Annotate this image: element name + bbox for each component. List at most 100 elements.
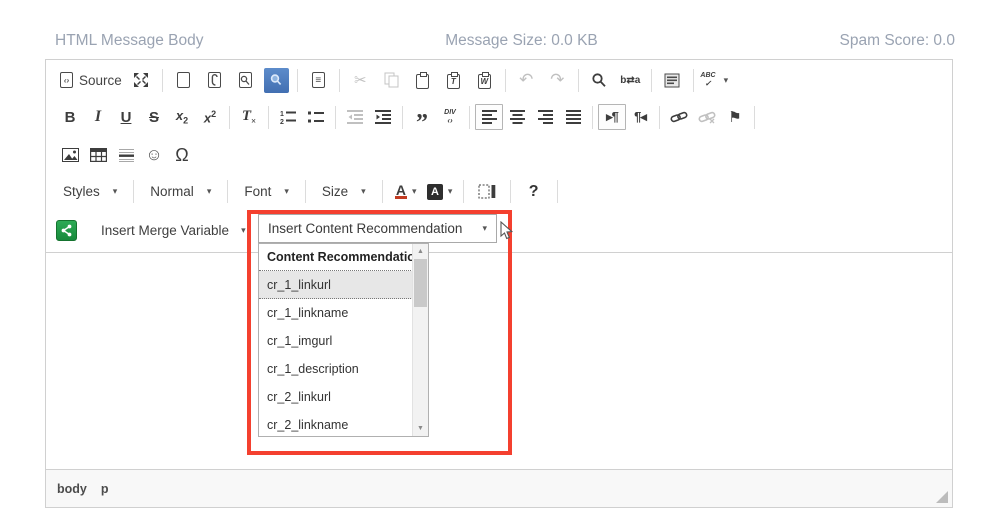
image-button[interactable]: [56, 142, 84, 168]
toolbar-row-styles: Styles ▾ Normal ▾ Font ▾ Size ▾ A ▾: [56, 173, 942, 210]
preview-icon: [239, 72, 252, 88]
redo-button[interactable]: ↷: [542, 67, 573, 93]
background-color-button[interactable]: A ▾: [426, 179, 454, 205]
svg-text:2: 2: [280, 119, 284, 125]
chevron-down-icon: ▾: [361, 186, 366, 197]
link-button[interactable]: [665, 104, 693, 130]
list-item[interactable]: cr_2_linkname: [259, 411, 413, 437]
paste-word-button[interactable]: W: [469, 67, 500, 93]
save-button[interactable]: [199, 67, 230, 93]
separator: [557, 180, 558, 203]
anchor-flag-icon: ⚑: [728, 108, 741, 126]
italic-button[interactable]: I: [84, 104, 112, 130]
blockquote-button[interactable]: ”: [408, 104, 436, 130]
justify-button[interactable]: [559, 104, 587, 130]
text-color-icon: A: [395, 184, 407, 199]
toolbar-row-insert: ☺ Ω: [56, 137, 942, 173]
paste-text-icon: T: [447, 74, 460, 89]
strikethrough-button[interactable]: S: [140, 104, 168, 130]
align-left-button[interactable]: [475, 104, 503, 130]
text-direction-ltr-button[interactable]: ▸¶: [598, 104, 626, 130]
show-blocks-icon: [478, 184, 496, 199]
div-container-button[interactable]: DIV ‹›: [436, 104, 464, 130]
unlink-button[interactable]: [693, 104, 721, 130]
select-all-button[interactable]: [657, 67, 688, 93]
scrollbar-thumb[interactable]: [414, 259, 427, 307]
browser-preview-button[interactable]: [261, 67, 292, 93]
paste-word-icon: W: [478, 74, 491, 89]
show-blocks-button[interactable]: [473, 179, 501, 205]
font-dropdown[interactable]: Font ▾: [237, 184, 296, 199]
editor-canvas[interactable]: [46, 253, 952, 469]
toolbar-row-custom: Insert Merge Variable ▾ Insert Content R…: [56, 210, 942, 250]
paragraph-format-dropdown[interactable]: Normal ▾: [143, 184, 218, 199]
subscript-button[interactable]: x2: [168, 104, 196, 130]
new-page-button[interactable]: [168, 67, 199, 93]
copy-button[interactable]: [376, 67, 407, 93]
chevron-down-icon: ▾: [412, 186, 417, 197]
table-button[interactable]: [84, 142, 112, 168]
list-item[interactable]: cr_1_linkurl: [259, 271, 413, 299]
bold-button[interactable]: B: [56, 104, 84, 130]
remove-format-button[interactable]: T×: [235, 104, 263, 130]
numbered-list-button[interactable]: 1 2: [274, 104, 302, 130]
list-item[interactable]: cr_1_linkname: [259, 299, 413, 327]
cut-button[interactable]: ✂: [345, 67, 376, 93]
scrollbar[interactable]: ▲ ▼: [412, 244, 428, 436]
page-title: HTML Message Body: [55, 32, 203, 50]
separator: [505, 69, 506, 92]
horizontal-rule-button[interactable]: [112, 142, 140, 168]
list-item[interactable]: cr_2_linkurl: [259, 383, 413, 411]
separator: [578, 69, 579, 92]
text-color-button[interactable]: A ▾: [392, 179, 420, 205]
styles-dropdown[interactable]: Styles ▾: [56, 184, 124, 199]
increase-indent-button[interactable]: [369, 104, 397, 130]
spellcheck-button[interactable]: ABC ✓ ▾: [699, 67, 730, 93]
text-direction-rtl-button[interactable]: ¶◂: [626, 104, 654, 130]
preview-button[interactable]: [230, 67, 261, 93]
maximize-icon: [133, 72, 149, 88]
paste-text-button[interactable]: T: [438, 67, 469, 93]
list-item[interactable]: cr_1_imgurl: [259, 327, 413, 355]
chevron-down-icon: ▾: [482, 223, 487, 234]
size-dropdown[interactable]: Size ▾: [315, 184, 373, 199]
decrease-indent-icon: [347, 110, 363, 124]
about-button[interactable]: ?: [520, 179, 548, 205]
omega-icon: Ω: [175, 145, 188, 166]
spellcheck-icon: ABC ✓: [700, 72, 715, 88]
bulleted-list-button[interactable]: [302, 104, 330, 130]
separator: [339, 69, 340, 92]
smiley-button[interactable]: ☺: [140, 142, 168, 168]
templates-button[interactable]: ≡: [303, 67, 334, 93]
replace-button[interactable]: b⇄a: [615, 67, 646, 93]
underline-button[interactable]: U: [112, 104, 140, 130]
maximize-button[interactable]: [126, 67, 157, 93]
smiley-icon: ☺: [145, 145, 162, 165]
paste-icon: [416, 74, 429, 89]
resize-handle[interactable]: [936, 491, 948, 503]
anchor-button[interactable]: ⚑: [721, 104, 749, 130]
insert-content-recommendation-combobox[interactable]: Insert Content Recommendation ▾: [258, 214, 497, 243]
paste-button[interactable]: [407, 67, 438, 93]
special-character-button[interactable]: Ω: [168, 142, 196, 168]
align-center-button[interactable]: [503, 104, 531, 130]
superscript-button[interactable]: x2: [196, 104, 224, 130]
separator: [229, 106, 230, 129]
scroll-down-icon[interactable]: ▼: [413, 425, 428, 432]
strikethrough-icon: S: [149, 109, 159, 126]
decrease-indent-button[interactable]: [341, 104, 369, 130]
align-right-button[interactable]: [531, 104, 559, 130]
path-element-p[interactable]: p: [101, 482, 109, 496]
text-direction-ltr-icon: ▸¶: [606, 109, 618, 125]
undo-button[interactable]: ↶: [511, 67, 542, 93]
insert-merge-variable-dropdown[interactable]: Insert Merge Variable ▾: [101, 223, 246, 238]
horizontal-rule-icon: [119, 149, 134, 162]
separator: [693, 69, 694, 92]
source-button[interactable]: ‹› Source: [56, 67, 126, 93]
share-button[interactable]: [56, 220, 77, 241]
chevron-down-icon: ▾: [448, 186, 453, 197]
list-item[interactable]: cr_1_description: [259, 355, 413, 383]
path-element-body[interactable]: body: [57, 482, 87, 496]
find-button[interactable]: [584, 67, 615, 93]
scroll-up-icon[interactable]: ▲: [413, 248, 428, 255]
